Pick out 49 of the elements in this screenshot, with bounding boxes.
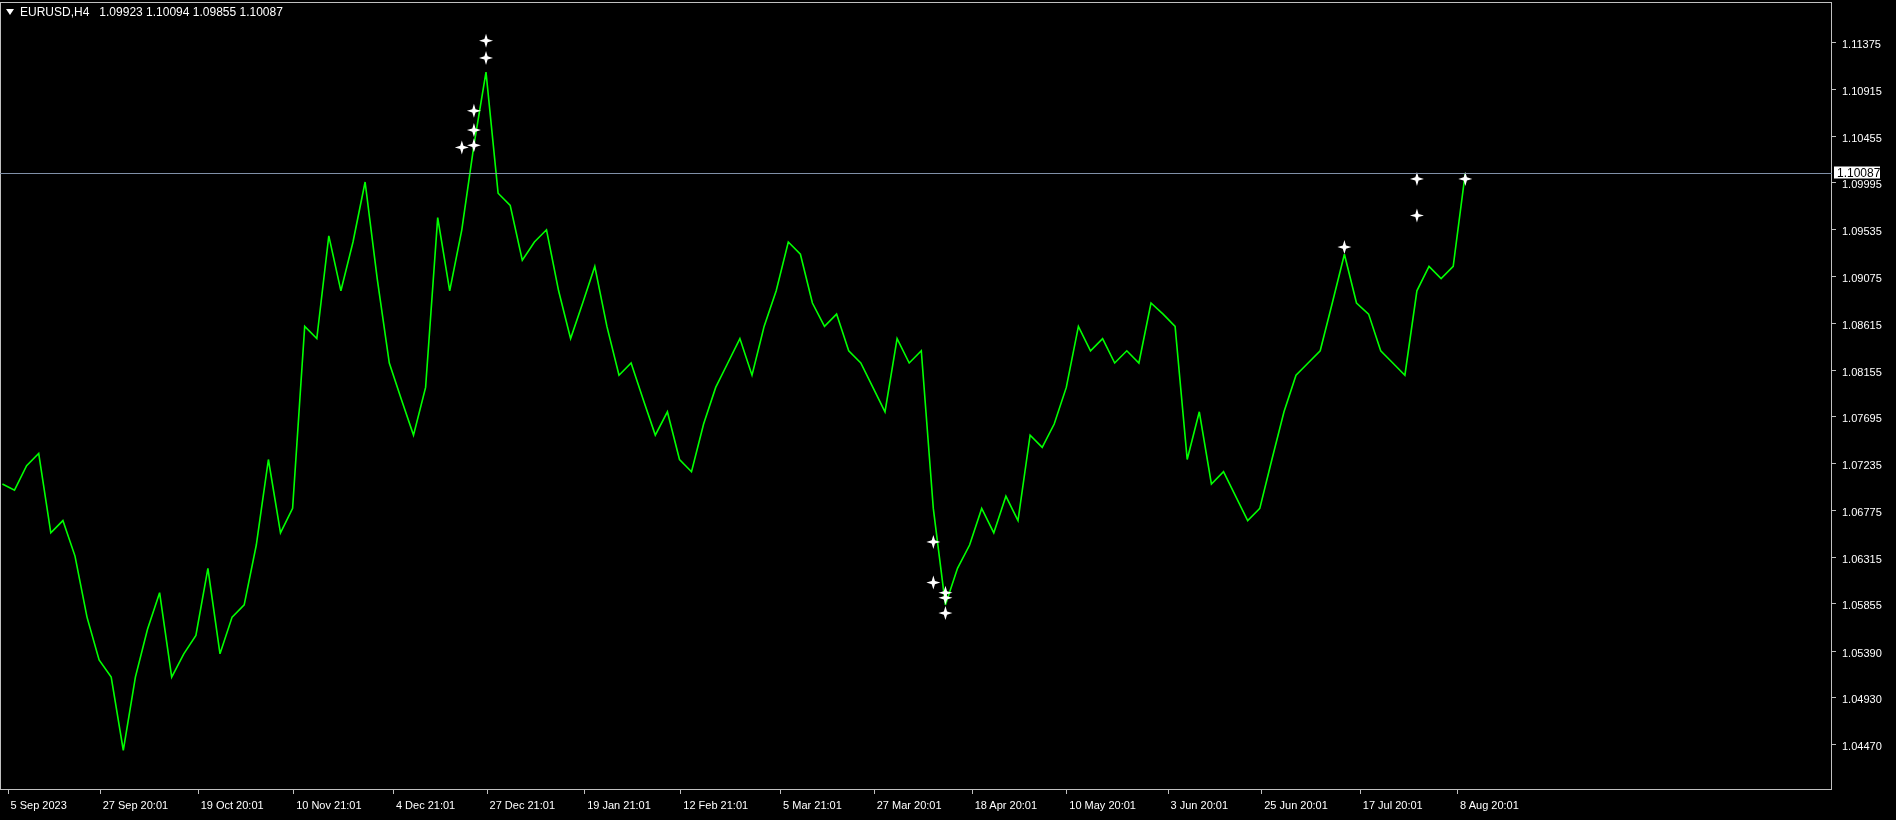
dropdown-triangle-icon[interactable]	[6, 9, 14, 15]
axis-label: 5 Sep 2023	[10, 799, 67, 811]
axis-label: 1.11375	[1842, 38, 1881, 51]
axis-label: 12 Feb 21:01	[683, 799, 749, 811]
star-marker	[454, 140, 469, 155]
star-marker	[938, 606, 953, 621]
axis-label: 1.06315	[1842, 552, 1882, 565]
star-marker	[1409, 208, 1424, 223]
axis-label: 5 Mar 21:01	[783, 799, 842, 811]
axis-label: 18 Apr 20:01	[974, 799, 1038, 811]
star-marker	[466, 138, 481, 153]
price-quote: 1.09923 1.10094 1.09855 1.10087	[99, 5, 283, 19]
axis-label: 1.07695	[1842, 412, 1882, 425]
star-marker	[1337, 240, 1352, 255]
axis-label: 3 Jun 20:01	[1170, 799, 1229, 811]
axis-label: 1.09535	[1842, 225, 1882, 238]
axis-label: 1.09075	[1842, 272, 1882, 284]
axis-label: 1.10455	[1842, 131, 1882, 144]
star-marker	[479, 50, 493, 65]
axis-label: 1.04930	[1842, 693, 1882, 706]
star-marker	[466, 103, 481, 118]
current-price-label: 1.10087	[1834, 165, 1881, 180]
axis-label: 10 May 20:01	[1069, 799, 1136, 811]
star-marker	[479, 33, 493, 48]
star-marker	[926, 534, 941, 549]
axis-label: 10 Nov 21:01	[296, 799, 362, 811]
axis-label: 19 Jan 21:01	[587, 799, 651, 811]
axis-label: 27 Dec 21:01	[489, 799, 555, 811]
axis-label: 17 Jul 20:01	[1362, 799, 1423, 811]
axis-label: 25 Jun 20:01	[1264, 799, 1328, 811]
axis-label: 4 Dec 21:01	[395, 799, 456, 811]
axis-label: 1.08615	[1842, 318, 1882, 331]
star-marker	[1458, 171, 1473, 186]
axis-label: 1.05855	[1842, 599, 1882, 612]
star-marker	[926, 575, 941, 590]
star-marker	[466, 123, 481, 138]
axis-label: 1.08155	[1842, 365, 1882, 378]
axis-label: 1.09995	[1842, 178, 1882, 191]
star-marker	[1409, 171, 1424, 186]
symbol-label: EURUSD,H4	[20, 5, 90, 19]
axis-label: 1.07235	[1842, 459, 1882, 472]
axis-label: 1.05390	[1842, 646, 1882, 659]
axis-label: 8 Aug 20:01	[1460, 799, 1519, 811]
axis-label: 1.04470	[1842, 740, 1882, 753]
axis-label: 27 Sep 20:01	[102, 799, 169, 811]
axis-label: 27 Mar 20:01	[876, 799, 942, 811]
axis-label: 19 Oct 20:01	[200, 799, 264, 811]
axis-label: 1.10915	[1842, 84, 1882, 97]
axis-label: 1.06775	[1842, 505, 1882, 518]
